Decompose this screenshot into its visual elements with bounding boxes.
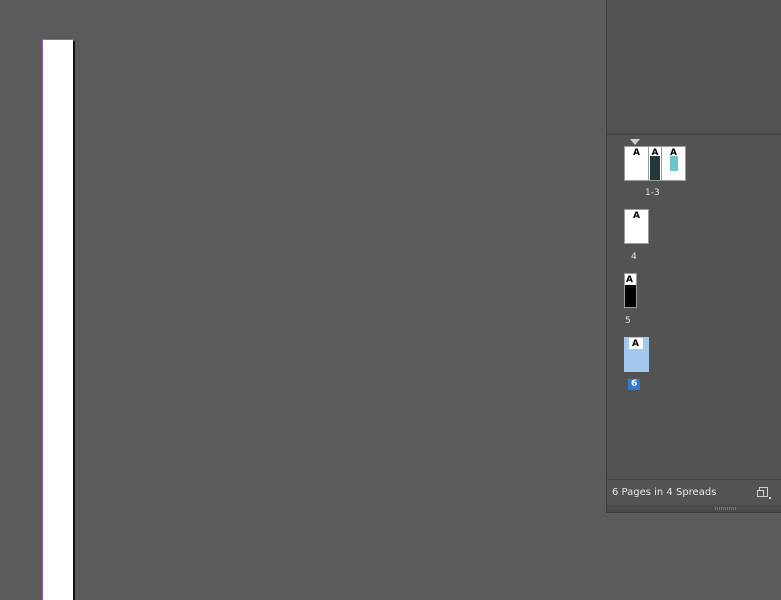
page-count-status: 6 Pages in 4 Spreads (612, 487, 717, 498)
master-prefix: A (633, 211, 640, 221)
spread-1-3[interactable]: A A A 1-3 (624, 146, 687, 198)
page-thumbnail-1[interactable]: A (624, 146, 649, 181)
page-thumbnail-2[interactable]: A (648, 146, 662, 181)
page-thumbnail-6[interactable]: A (624, 337, 649, 372)
current-spread-indicator-icon (630, 139, 640, 145)
spread-6[interactable]: A 6 (624, 337, 654, 393)
spread-label-selected: 6 (628, 379, 641, 390)
master-prefix: A (670, 148, 677, 158)
panel-footer: 6 Pages in 4 Spreads (607, 479, 781, 506)
spread-4[interactable]: A 4 (624, 209, 654, 264)
page-thumbnail-4[interactable]: A (624, 209, 649, 244)
spread-label: 5 (625, 316, 631, 326)
grip-icon (715, 507, 737, 510)
spread-label: 4 (631, 252, 637, 262)
page-content-fill (670, 156, 678, 171)
document-canvas[interactable] (0, 0, 607, 600)
page-thumbnail-3[interactable]: A (661, 146, 686, 181)
master-prefix: A (651, 148, 659, 158)
pages-panel: A A A 1-3 A 4 A 5 A 6 6 Pages in 4 Sprea… (606, 0, 781, 513)
panel-resize-handle[interactable] (607, 505, 781, 512)
master-prefix: A (632, 339, 639, 349)
page-content-fill (650, 156, 660, 180)
spread-5[interactable]: A 5 (624, 273, 654, 328)
masters-section[interactable] (607, 0, 781, 135)
spread-label: 1-3 (645, 188, 660, 198)
document-page[interactable] (42, 39, 73, 600)
edit-page-size-button[interactable] (756, 485, 772, 499)
master-prefix: A (633, 148, 640, 158)
page-size-icon (757, 487, 771, 499)
page-thumbnail-5[interactable]: A (624, 273, 637, 308)
page-content-fill (625, 285, 636, 307)
master-prefix: A (626, 275, 633, 285)
